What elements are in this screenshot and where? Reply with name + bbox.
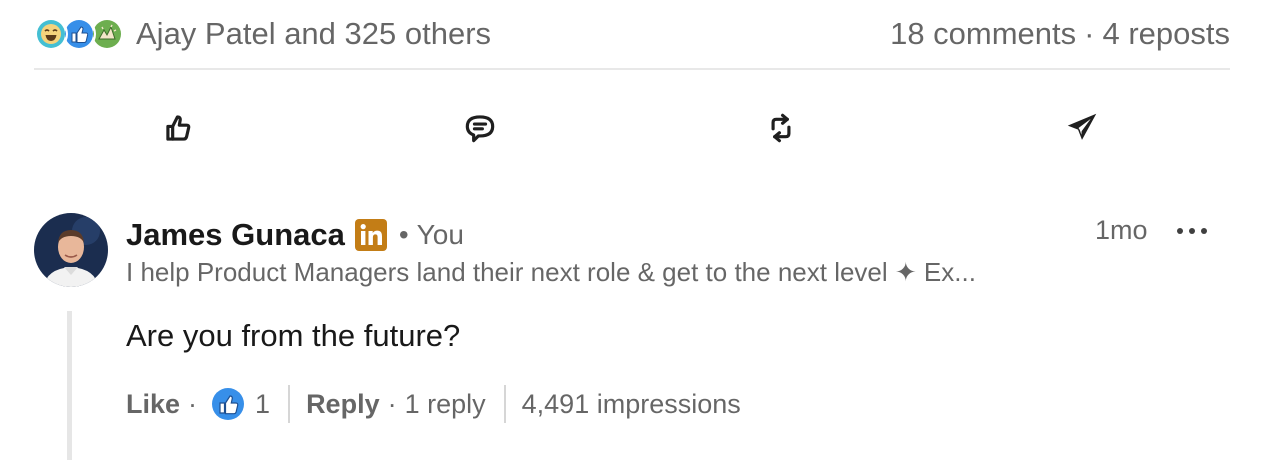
funny-reaction-icon (34, 17, 68, 51)
repost-arrows-icon (771, 113, 791, 143)
commenter-avatar[interactable] (34, 213, 108, 287)
comment-bubble-icon (465, 115, 495, 143)
thread-line (67, 311, 72, 460)
comment-text: Are you from the future? (126, 318, 461, 353)
comment-reply-button[interactable]: Reply (306, 389, 380, 420)
comment-footer: Like · 1 Reply · 1 reply 4,491 impressio… (126, 384, 741, 424)
send-button[interactable] (1050, 96, 1114, 160)
social-counts-bar: Ajay Patel and 325 others 18 comments · … (34, 0, 1230, 70)
comment-header: James Gunaca • You (126, 213, 464, 257)
commenter-headline: I help Product Managers land their next … (126, 257, 976, 287)
footer-divider (288, 385, 291, 423)
impressions-count: 4,491 impressions (521, 388, 741, 419)
footer-dot: · (188, 388, 198, 419)
commenter-name[interactable]: James Gunaca (126, 217, 345, 253)
linkedin-premium-badge-icon (354, 219, 387, 251)
reactions-summary[interactable]: Ajay Patel and 325 others (34, 15, 491, 53)
counts-separator: · (1084, 16, 1095, 51)
more-options-icon (1177, 228, 1207, 234)
more-options-button[interactable] (1170, 214, 1214, 248)
reposts-count-link[interactable]: 4 reposts (1102, 15, 1230, 53)
send-paper-plane-icon (1067, 113, 1097, 140)
engagement-counts: 18 comments · 4 reposts (890, 15, 1230, 53)
reply-count-link[interactable]: 1 reply (405, 389, 486, 420)
like-reaction-icon[interactable] (211, 387, 245, 421)
post-action-bar (34, 96, 1230, 160)
repost-button[interactable] (749, 96, 813, 160)
comment-time: 1mo (1095, 215, 1148, 245)
comment-like-count[interactable]: 1 (255, 389, 270, 420)
comment-button[interactable] (448, 96, 512, 160)
reactor-summary-text: Ajay Patel and 325 others (136, 16, 492, 51)
author-relation: You (416, 219, 464, 250)
comment-like-button[interactable]: Like (126, 389, 180, 420)
comments-count-link[interactable]: 18 comments (890, 15, 1076, 53)
footer-dot: · (387, 388, 397, 419)
header-dot: • (398, 219, 409, 250)
footer-divider (503, 385, 506, 423)
like-thumb-icon (166, 115, 191, 141)
reaction-icons-stack (34, 15, 128, 53)
like-button[interactable] (147, 96, 211, 160)
